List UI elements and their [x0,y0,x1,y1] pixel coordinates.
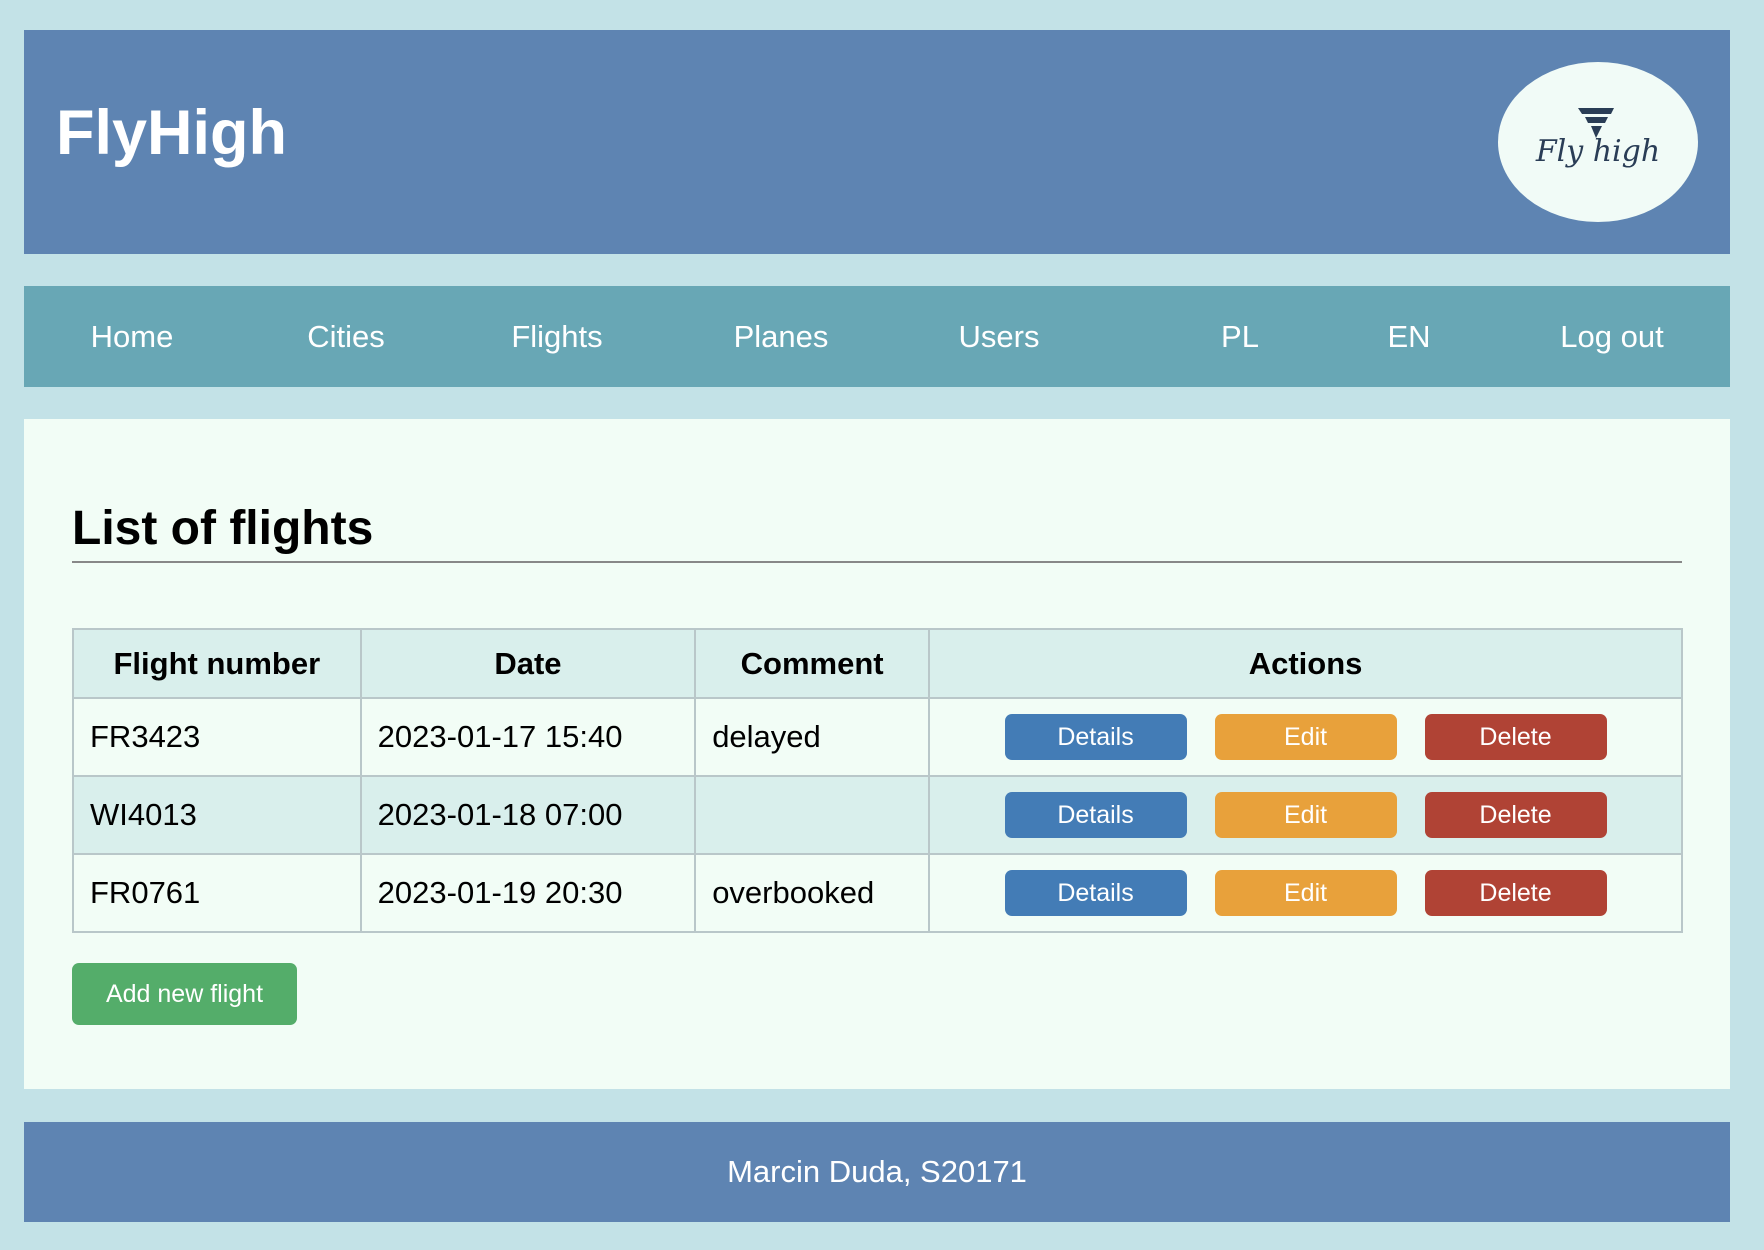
nav-item-lang-pl[interactable]: PL [1221,286,1259,387]
flight-number-cell: FR0761 [72,853,362,933]
main-nav: Home Cities Flights Planes Users PL EN L… [24,286,1730,387]
delete-button[interactable]: Delete [1424,792,1607,838]
main-content: List of flights Flight number Date Comme… [24,419,1730,1089]
nav-item-home[interactable]: Home [91,286,174,387]
flights-table: Flight number Date Comment Actions FR342… [72,628,1683,933]
actions-cell: Details Edit Delete [928,775,1683,855]
details-button[interactable]: Details [1004,714,1187,760]
edit-button[interactable]: Edit [1214,870,1397,916]
flight-number-cell: FR3423 [72,697,362,777]
add-new-flight-button[interactable]: Add new flight [72,963,297,1025]
actions-cell: Details Edit Delete [928,853,1683,933]
details-button[interactable]: Details [1004,792,1187,838]
nav-item-cities[interactable]: Cities [307,286,385,387]
column-header-actions: Actions [928,628,1683,699]
details-button[interactable]: Details [1004,870,1187,916]
comment-cell: overbooked [694,853,931,933]
date-cell: 2023-01-17 15:40 [359,697,697,777]
table-header-row: Flight number Date Comment Actions [72,628,1683,699]
flight-number-cell: WI4013 [72,775,362,855]
column-header-flight-number: Flight number [72,628,362,699]
date-cell: 2023-01-19 20:30 [359,853,697,933]
site-footer: Marcin Duda, S20171 [24,1122,1730,1222]
comment-cell: delayed [694,697,931,777]
logo[interactable]: Fly high [1498,62,1698,222]
column-header-comment: Comment [694,628,931,699]
logo-text: Fly high [1535,134,1661,169]
edit-button[interactable]: Edit [1214,792,1397,838]
table-row: FR3423 2023-01-17 15:40 delayed Details E… [72,697,1683,777]
nav-item-logout[interactable]: Log out [1560,286,1663,387]
delete-button[interactable]: Delete [1424,870,1607,916]
title-divider [72,561,1682,563]
site-title: FlyHigh [56,98,287,168]
site-header: FlyHigh Fly high [24,30,1730,254]
table-row: WI4013 2023-01-18 07:00 Details Edit Delet… [72,775,1683,855]
page-title: List of flights [72,502,374,555]
column-header-date: Date [359,628,697,699]
date-cell: 2023-01-18 07:00 [359,775,697,855]
comment-cell [694,775,931,855]
edit-button[interactable]: Edit [1214,714,1397,760]
delete-button[interactable]: Delete [1424,714,1607,760]
nav-item-flights[interactable]: Flights [511,286,602,387]
actions-cell: Details Edit Delete [928,697,1683,777]
nav-item-lang-en[interactable]: EN [1387,286,1430,387]
nav-item-planes[interactable]: Planes [734,286,829,387]
nav-item-users[interactable]: Users [959,286,1040,387]
table-row: FR0761 2023-01-19 20:30 overbooked Detai… [72,853,1683,933]
